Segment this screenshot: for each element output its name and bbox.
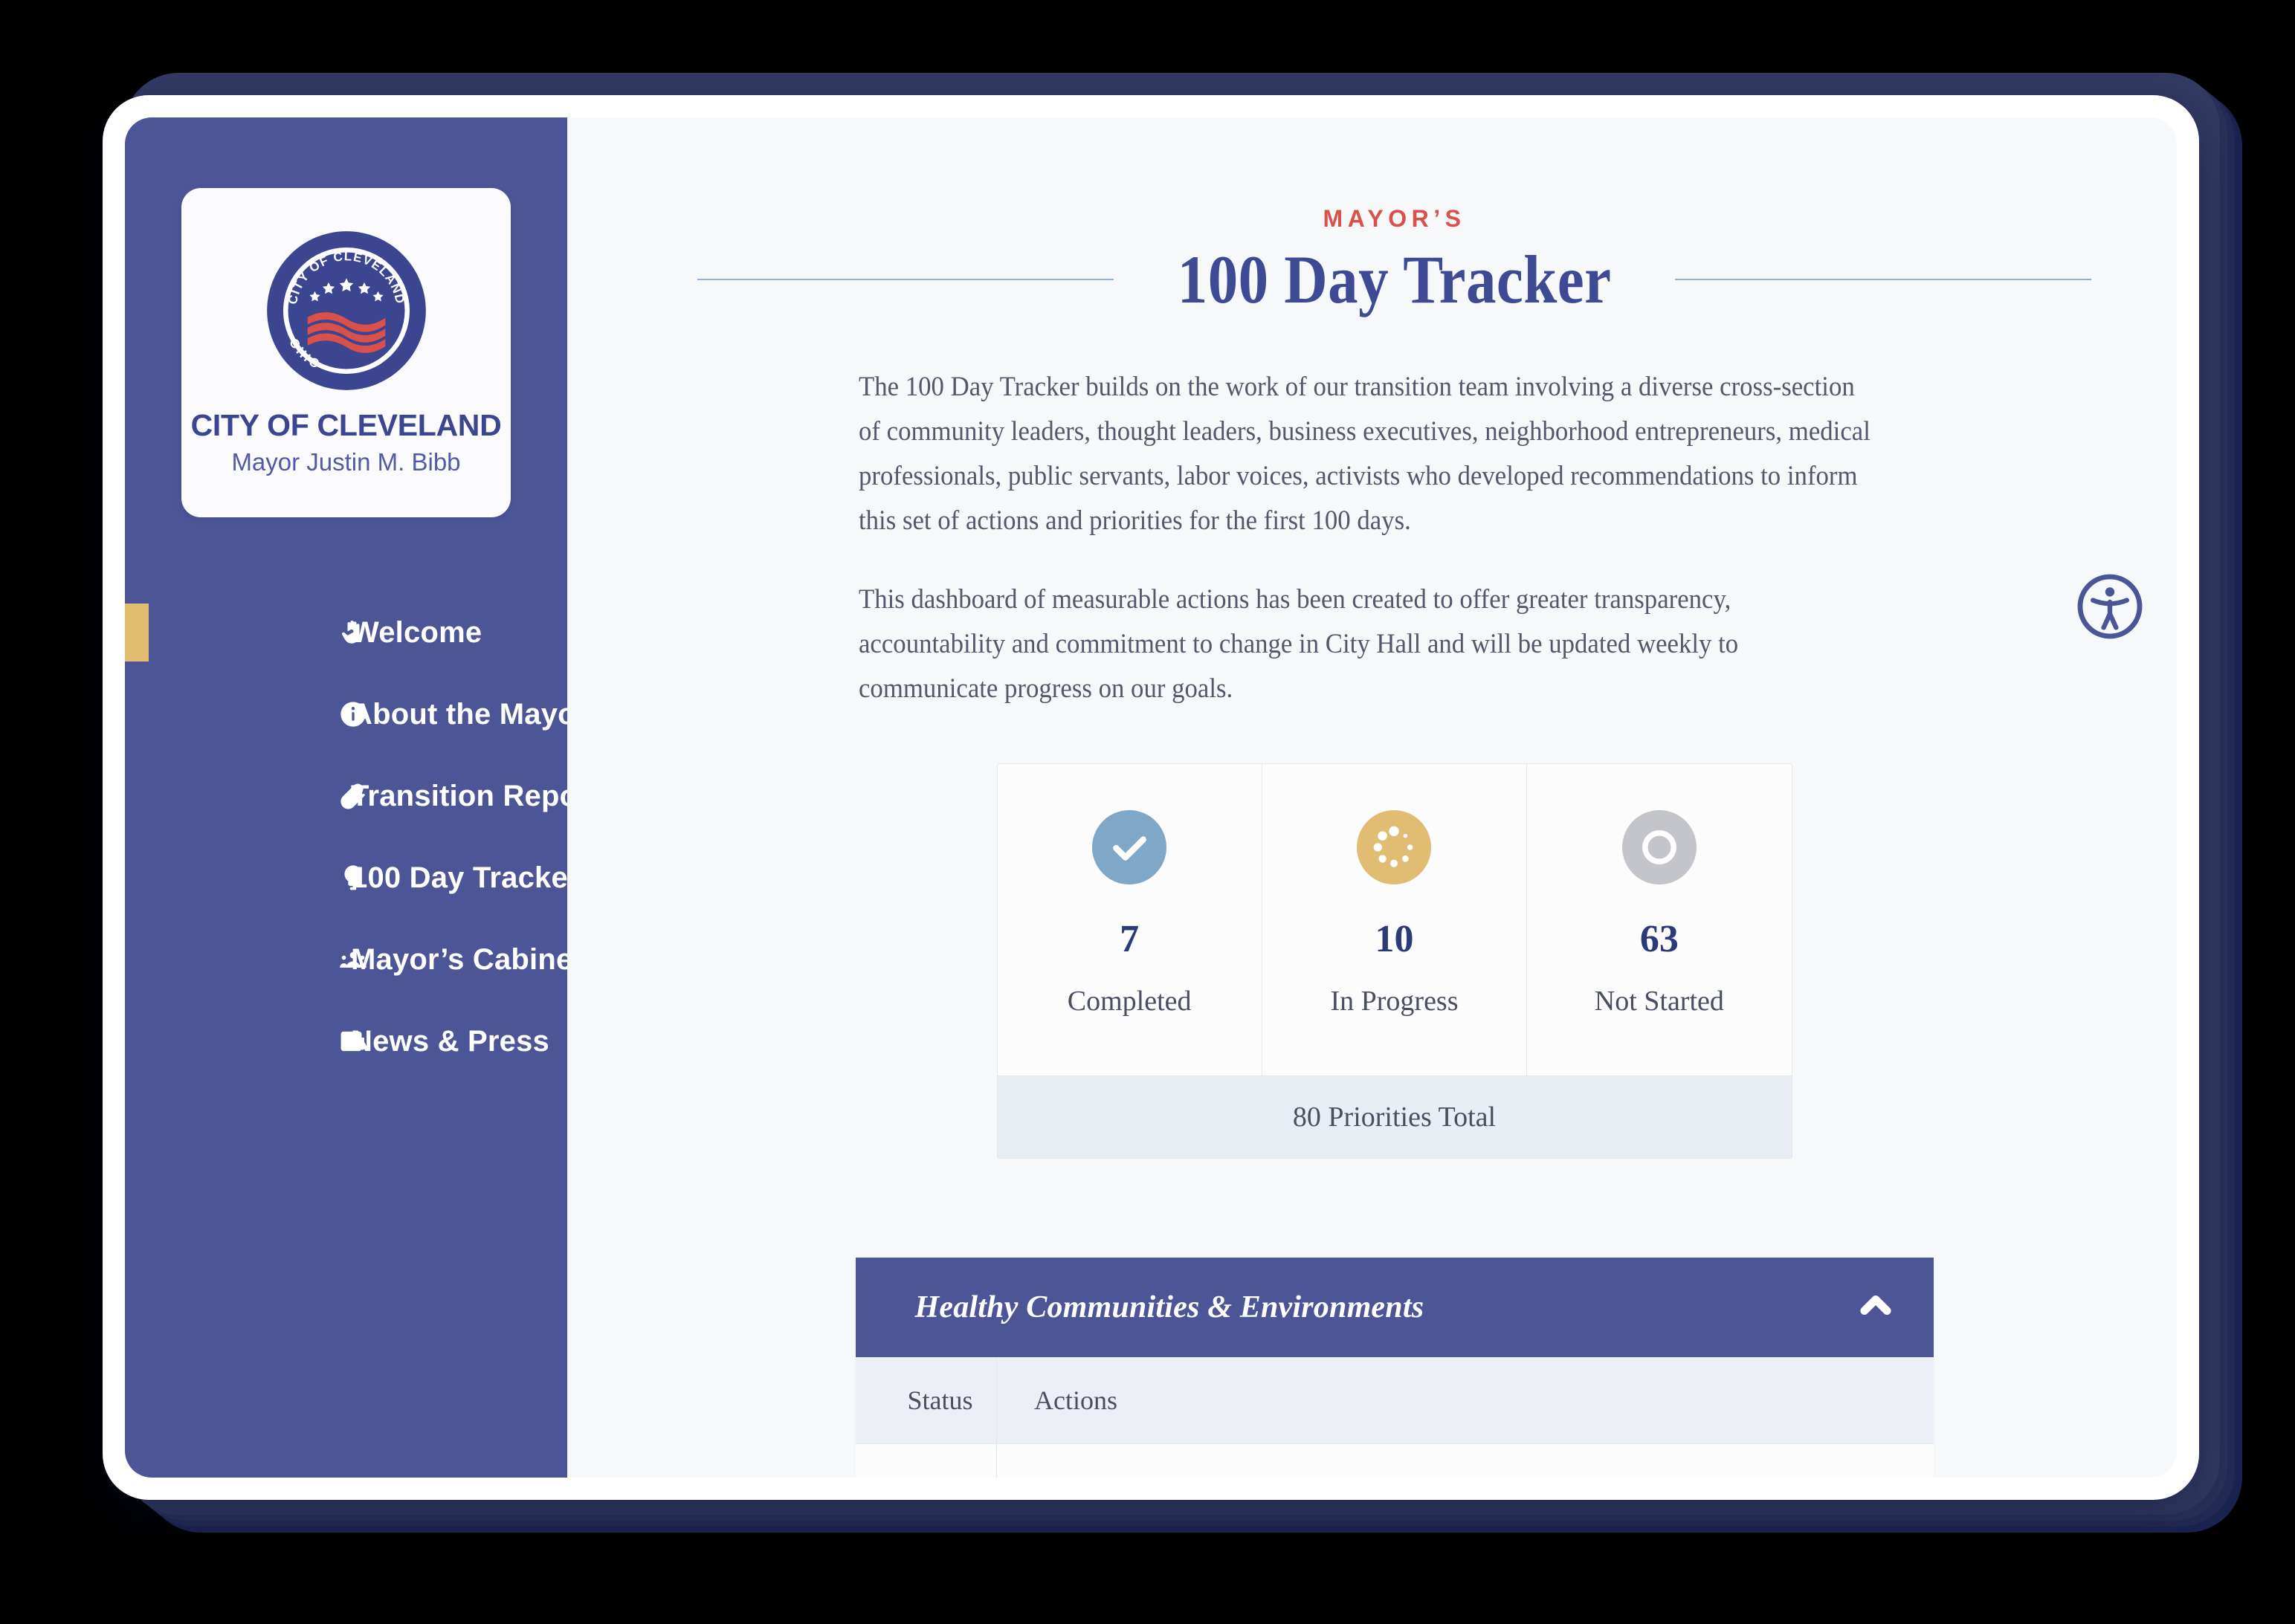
table-header-row: Status Actions (855, 1356, 1934, 1444)
intro-paragraph-1: The 100 Day Tracker builds on the work o… (858, 372, 1870, 536)
stat-value: 63 (1639, 917, 1679, 960)
accordion-healthy-communities: Healthy Communities & Environments Statu… (855, 1257, 1934, 1478)
page-title-row: 100 Day Tracker (697, 240, 2092, 319)
city-of-cleveland-ohio-seal-icon: CITY OF CLEVELAND OHIO (266, 230, 426, 390)
newspaper-icon (335, 1023, 371, 1059)
stat-not-started: 63 Not Started (1527, 764, 1791, 1075)
people-icon (335, 942, 371, 977)
screenshot-stage: CITY OF CLEVELAND OHIO CITY OF CLEVELAND… (0, 0, 2295, 1624)
sidebar-item-about-the-mayor[interactable]: About the Mayor (125, 673, 587, 755)
stat-value: 10 (1375, 917, 1414, 960)
table-row: Advocate for the commitment of over $100… (855, 1443, 1934, 1478)
stat-label: In Progress (1330, 985, 1459, 1017)
title-rule-left (697, 279, 1114, 280)
stat-value: 7 (1120, 917, 1140, 960)
wave-hand-icon (335, 615, 371, 650)
sidebar-item-label: 100 Day Tracker (351, 861, 580, 894)
check-circle-icon (1092, 809, 1167, 884)
sidebar-item-welcome[interactable]: Welcome (125, 592, 567, 673)
column-header-actions: Actions (996, 1356, 1934, 1444)
empty-circle-icon (1621, 809, 1697, 884)
actions-table-body: Advocate for the commitment of over $100… (855, 1443, 1934, 1478)
spinner-icon (1357, 809, 1432, 884)
page-title: 100 Day Tracker (1177, 242, 1612, 317)
stats-row: 7 Completed 10 In Progress 63 Not Starte… (998, 763, 1792, 1075)
intro-text: The 100 Day Tracker builds on the work o… (848, 365, 1941, 711)
stat-label: Completed (1067, 985, 1192, 1017)
sidebar: CITY OF CLEVELAND OHIO CITY OF CLEVELAND… (125, 117, 599, 1478)
mayor-name: Mayor Justin M. Bibb (231, 447, 461, 476)
accordion-title: Healthy Communities & Environments (914, 1290, 1424, 1324)
stat-in-progress: 10 In Progress (1262, 763, 1528, 1075)
app-screen: CITY OF CLEVELAND OHIO CITY OF CLEVELAND… (125, 117, 2177, 1478)
sidebar-item-mayors-cabinet[interactable]: Mayor’s Cabinet (125, 919, 583, 1000)
stat-label: Not Started (1594, 985, 1724, 1017)
intro-paragraph-2: This dashboard of measurable actions has… (858, 583, 1738, 704)
sidebar-item-label: News & Press (351, 1024, 549, 1058)
sidebar-item-label: Mayor’s Cabinet (351, 942, 583, 976)
paperclip-icon (335, 778, 371, 814)
row-action-text: Advocate for the commitment of over $100… (996, 1443, 1934, 1478)
row-status-cell (855, 1443, 997, 1478)
actions-table-head: Status Actions (855, 1356, 1934, 1444)
info-icon (335, 696, 371, 732)
stats-card: 7 Completed 10 In Progress 63 Not Starte… (996, 763, 1792, 1159)
column-header-status: Status (855, 1356, 997, 1444)
chevron-up-icon[interactable] (1856, 1286, 1895, 1328)
sidebar-item-news-and-press[interactable]: News & Press (125, 1000, 567, 1082)
accessibility-button[interactable] (2074, 571, 2146, 642)
sidebar-item-100-day-tracker[interactable]: 100 Day Tracker (125, 837, 579, 919)
accordion-header[interactable]: Healthy Communities & Environments (855, 1257, 1934, 1357)
lightbulb-icon (335, 860, 371, 896)
sidebar-nav: Welcome About the Mayor Transition Repor… (125, 592, 599, 1082)
main-content: MAYOR’S 100 Day Tracker The 100 Day Trac… (567, 117, 2177, 1478)
sidebar-item-transition-report[interactable]: Transition Report (125, 755, 599, 837)
accessibility-icon (2077, 574, 2143, 639)
sidebar-item-label: About the Mayor (351, 697, 588, 731)
page-eyebrow: MAYOR’S (1323, 205, 1466, 232)
sidebar-item-label: Transition Report (351, 779, 600, 812)
stats-total: 80 Priorities Total (997, 1075, 1792, 1158)
stat-completed: 7 Completed (998, 763, 1262, 1075)
org-name: CITY OF CLEVELAND (190, 407, 502, 442)
actions-table: Status Actions (855, 1356, 1934, 1478)
tablet-frame: CITY OF CLEVELAND OHIO CITY OF CLEVELAND… (103, 95, 2199, 1500)
logo-card: CITY OF CLEVELAND OHIO CITY OF CLEVELAND… (181, 188, 511, 517)
title-rule-right (1675, 279, 2092, 280)
